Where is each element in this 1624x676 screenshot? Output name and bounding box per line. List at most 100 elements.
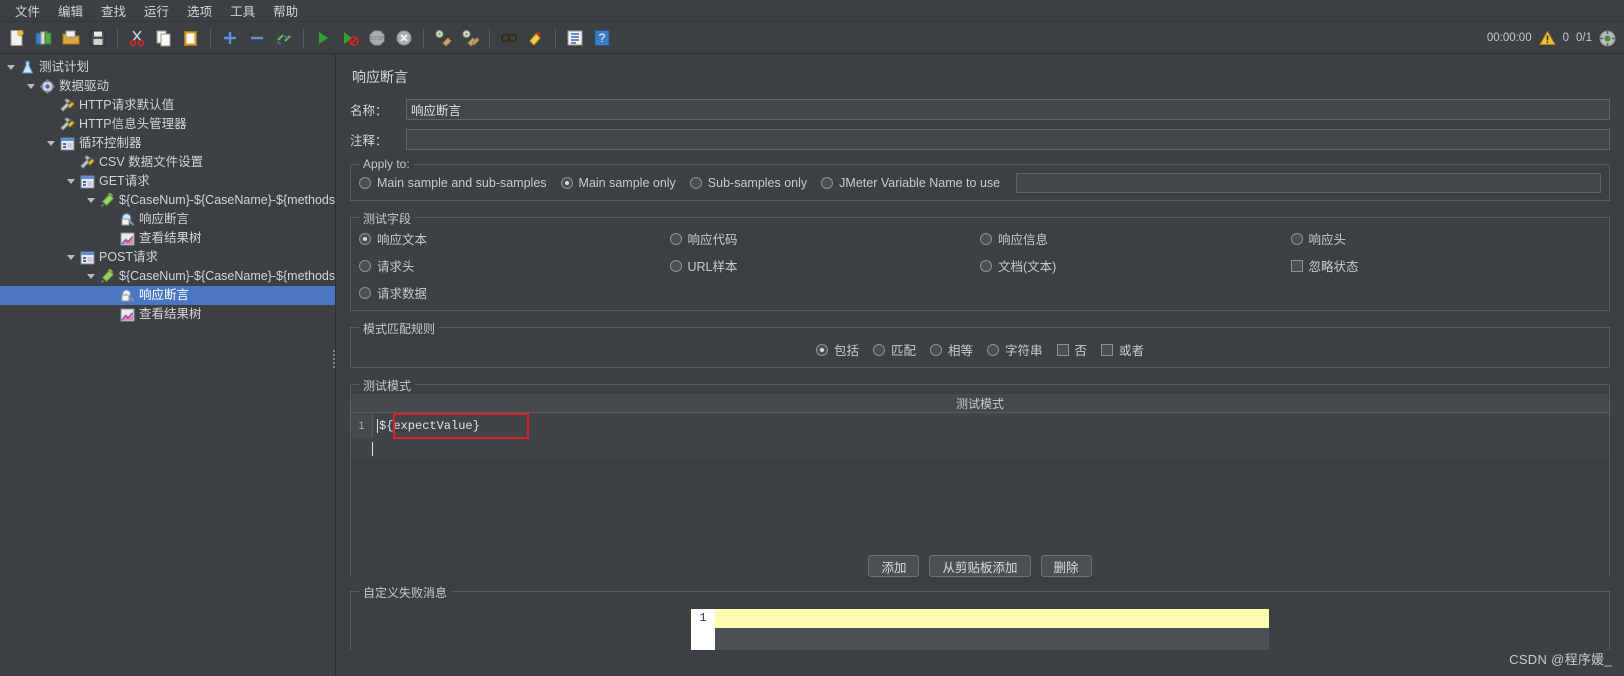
- menu-search[interactable]: 查找: [92, 0, 135, 22]
- chevron-down-icon[interactable]: [24, 77, 38, 96]
- add-pattern-button[interactable]: 添加: [868, 555, 920, 577]
- radio-contains[interactable]: 包括: [815, 340, 859, 359]
- add-icon[interactable]: [217, 25, 243, 51]
- thread-target-icon[interactable]: [1599, 30, 1616, 47]
- radio-indicator: [980, 259, 992, 272]
- radio-sub-only[interactable]: Sub-samples only: [689, 176, 807, 190]
- chevron-down-icon[interactable]: [64, 248, 78, 267]
- tree-node-thread-group[interactable]: 数据驱动: [0, 77, 335, 96]
- checkbox-ignore-status[interactable]: 忽略状态: [1290, 256, 1359, 275]
- cut-icon[interactable]: [124, 25, 150, 51]
- menu-edit[interactable]: 编辑: [49, 0, 92, 22]
- tree-node-label: 响应断言: [139, 288, 190, 302]
- tree-node-http-defaults[interactable]: HTTP请求默认值: [0, 96, 335, 115]
- tree-node-csv-data-set[interactable]: CSV 数据文件设置: [0, 153, 335, 172]
- chevron-down-icon[interactable]: [84, 191, 98, 210]
- warning-triangle-icon[interactable]: [1538, 30, 1556, 46]
- tree-node-loop-controller[interactable]: 循环控制器: [0, 134, 335, 153]
- tree-node-post-assertion[interactable]: 响应断言: [0, 286, 335, 305]
- test-plan-tree[interactable]: 测试计划 数据驱动 HTTP请求默认值 HTTP信息头管理器 循环控制器 CSV 数据文件…: [0, 54, 336, 676]
- radio-matches[interactable]: 匹配: [872, 340, 916, 359]
- tree-node-label: CSV 数据文件设置: [99, 155, 204, 169]
- menu-bar: 文件 编辑 查找 运行 选项 工具 帮助: [0, 0, 1624, 22]
- help-icon[interactable]: ?: [589, 25, 615, 51]
- checkbox-not[interactable]: 否: [1056, 340, 1087, 359]
- menu-tools[interactable]: 工具: [221, 0, 264, 22]
- table-row[interactable]: 1 ${expectValue}: [351, 413, 1609, 439]
- chevron-down-icon[interactable]: [44, 134, 58, 153]
- radio-indicator: [560, 177, 573, 189]
- stop-icon[interactable]: STOP: [364, 25, 390, 51]
- radio-substring[interactable]: 字符串: [987, 340, 1043, 359]
- templates-icon[interactable]: [31, 25, 57, 51]
- menu-options[interactable]: 选项: [178, 0, 221, 22]
- table-empty-row[interactable]: [351, 438, 1609, 459]
- radio-response-headers[interactable]: 响应头: [1290, 229, 1346, 248]
- chevron-down-icon[interactable]: [4, 58, 18, 77]
- radio-response-text[interactable]: 响应文本: [359, 229, 427, 248]
- jmeter-variable-input[interactable]: [1016, 173, 1601, 193]
- tree-toggle-spacer: [104, 305, 118, 324]
- tree-node-post-sampler[interactable]: ${CaseNum}-${CaseName}-${methods}: [0, 267, 335, 286]
- add-from-clipboard-button[interactable]: 从剪贴板添加: [929, 555, 1031, 577]
- tree-node-get-sampler[interactable]: ${CaseNum}-${CaseName}-${methods}: [0, 191, 335, 210]
- copy-icon[interactable]: [151, 25, 177, 51]
- shutdown-icon[interactable]: [391, 25, 417, 51]
- tree-node-test-plan[interactable]: 测试计划: [0, 58, 335, 77]
- radio-response-code[interactable]: 响应代码: [669, 229, 738, 248]
- radio-url-sampled[interactable]: URL样本: [669, 256, 738, 275]
- menu-run[interactable]: 运行: [135, 0, 178, 22]
- chevron-down-icon[interactable]: [84, 267, 98, 286]
- function-helper-icon[interactable]: [562, 25, 588, 51]
- tree-node-post-results-tree[interactable]: 查看结果树: [0, 305, 335, 324]
- tree-node-post-request[interactable]: POST请求: [0, 248, 335, 267]
- start-no-timers-icon[interactable]: [337, 25, 363, 51]
- pattern-buttons: 添加 从剪贴板添加 删除: [351, 555, 1609, 577]
- chevron-down-icon[interactable]: [64, 172, 78, 191]
- test-patterns-table-body[interactable]: 1 ${expectValue}: [351, 413, 1609, 459]
- clear-icon[interactable]: [430, 25, 456, 51]
- remove-icon[interactable]: [244, 25, 270, 51]
- menu-file[interactable]: 文件: [6, 0, 49, 22]
- pattern-cell[interactable]: ${expectValue}: [373, 413, 1609, 439]
- apply-to-title: Apply to:: [359, 157, 414, 171]
- comment-input[interactable]: [406, 129, 1610, 150]
- editor-blank-line[interactable]: [715, 628, 1269, 650]
- checkbox-indicator: [1101, 343, 1114, 356]
- new-icon[interactable]: [4, 25, 30, 51]
- paste-icon[interactable]: [178, 25, 204, 51]
- checkbox-or[interactable]: 或者: [1101, 340, 1144, 359]
- name-input[interactable]: [406, 99, 1610, 120]
- name-label: 名称：: [350, 104, 388, 118]
- radio-main-only[interactable]: Main sample only: [560, 176, 676, 190]
- radio-jmeter-variable[interactable]: JMeter Variable Name to use: [821, 176, 1000, 190]
- radio-request-headers[interactable]: 请求头: [359, 256, 415, 275]
- toggle-icon[interactable]: [271, 25, 297, 51]
- radio-main-and-sub[interactable]: Main sample and sub-samples: [359, 176, 547, 190]
- open-icon[interactable]: [58, 25, 84, 51]
- radio-equals[interactable]: 相等: [929, 340, 973, 359]
- page-title: 响应断言: [352, 69, 408, 85]
- clear-all-icon[interactable]: [457, 25, 483, 51]
- tree-node-header-manager[interactable]: HTTP信息头管理器: [0, 115, 335, 134]
- failure-message-editor[interactable]: 1: [691, 609, 1269, 650]
- radio-response-message[interactable]: 响应信息: [980, 229, 1048, 248]
- delete-pattern-button[interactable]: 删除: [1040, 555, 1092, 577]
- editor-active-line[interactable]: [715, 609, 1269, 628]
- tree-node-get-request[interactable]: GET请求: [0, 172, 335, 191]
- menu-help[interactable]: 帮助: [264, 0, 307, 22]
- editor-lines[interactable]: [715, 609, 1269, 650]
- test-patterns-title: 测试模式: [359, 377, 416, 394]
- start-icon[interactable]: [310, 25, 336, 51]
- save-icon[interactable]: [85, 25, 111, 51]
- failure-message-group: 自定义失败消息 1: [350, 584, 1610, 650]
- reset-search-icon[interactable]: [523, 25, 549, 51]
- search-icon[interactable]: [496, 25, 522, 51]
- radio-request-data[interactable]: 请求数据: [359, 283, 427, 302]
- radio-document-text[interactable]: 文档(文本): [980, 256, 1056, 275]
- radio-indicator: [359, 232, 371, 245]
- toolbar-status: 00:00:00 0 0/1: [1487, 22, 1616, 54]
- tree-node-get-results-tree[interactable]: 查看结果树: [0, 229, 335, 248]
- tree-node-get-assertion[interactable]: 响应断言: [0, 210, 335, 229]
